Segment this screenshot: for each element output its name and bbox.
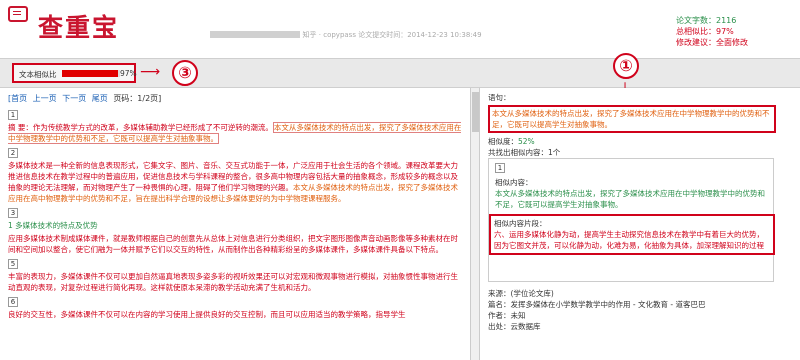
pager-prev-link[interactable]: 上一页	[33, 94, 57, 103]
document-paragraph: 良好的交互性，多媒体课件不仅可以在内容的学习使用上提供良好的交互控制，而且可以应…	[8, 309, 462, 320]
arrow-right-icon: ⟶	[140, 64, 161, 80]
blurred-text	[210, 31, 300, 38]
logo: 查重宝	[8, 4, 148, 42]
stat-suggestion: 修改建议：全面修改	[676, 38, 748, 47]
logo-text: 查重宝	[38, 13, 120, 42]
pager-first-link[interactable]: [首页	[8, 94, 27, 103]
similarity-info: 相似度：52%	[488, 136, 792, 147]
similarity-rate-fill	[62, 70, 119, 77]
similar-fragment-box: 相似内容片段： 六、运用多媒体化静为动，提高学生主动探究信息技术在教学中有着巨大…	[489, 214, 775, 255]
similarity-rate-box: 文本相似比 97%	[12, 63, 137, 83]
pager-last-link[interactable]: 尾页	[92, 94, 108, 103]
similar-content-label: 相似内容：	[495, 178, 533, 187]
similarity-rate-value: 97%	[120, 69, 137, 78]
paragraph-text[interactable]: 应用多媒体技术制成媒体课件，就是教师根据自己的创意先从总体上对信息进行分类组织，…	[8, 234, 458, 254]
similarity-detail-panel: 语句： 本文从多媒体技术的特点出发，探究了多媒体技术应用在中学物理教学中的优势和…	[480, 88, 800, 360]
submission-info-text: 知乎 · copypass 论文提交时间：2014-12-23 10:38:49	[302, 31, 482, 39]
similarity-label: 相似度：	[488, 137, 518, 146]
similarity-value: 52%	[518, 137, 535, 146]
paragraph-text[interactable]: 丰富的表现力，多媒体课件不仅可以更加自然逼真地表现多姿多彩的视听效果还可以对宏观…	[8, 272, 458, 292]
vertical-scrollbar[interactable]	[470, 88, 480, 360]
segment-number: 1	[8, 110, 18, 120]
section-heading: 1 多媒体技术的特点及优势	[8, 221, 98, 230]
source-title: 篇名：发挥多媒体在小学数学教学中的作用 - 文化教育 - 道客巴巴	[488, 300, 706, 309]
similar-fragment-label: 相似内容片段：	[494, 219, 547, 228]
logo-mark-icon	[8, 6, 28, 22]
segment-number: 3	[8, 208, 18, 218]
document-paragraph: 丰富的表现力，多媒体课件不仅可以更加自然逼真地表现多姿多彩的视听效果还可以对宏观…	[8, 271, 462, 293]
document-paragraph: 摘 要：作为传统教学方式的改革，多媒体辅助教学已经形成了不可逆转的潮流。本文从多…	[8, 122, 462, 144]
similar-content-text: 本文从多媒体技术的特点出发，探究了多媒体技术应用在中学物理教学中的优势和不足，它…	[495, 189, 765, 209]
source-label: 来源：(学位论文库)	[488, 289, 554, 298]
document-paragraph: 应用多媒体技术制成媒体课件，就是教师根据自己的创意先从总体上对信息进行分类组织，…	[8, 233, 462, 255]
page-header: 查重宝 知乎 · copypass 论文提交时间：2014-12-23 10:3…	[0, 0, 800, 58]
segment-number: 1	[495, 163, 505, 173]
pager: [首页 上一页 下一页 尾页 页码：1/2页]	[8, 93, 462, 104]
similar-fragment-text: 六、运用多媒体化静为动，提高学生主动探究信息技术在教学中有着巨大的优势，因为它图…	[494, 230, 764, 250]
scrollbar-thumb[interactable]	[472, 92, 479, 132]
selected-sentence: 本文从多媒体技术的特点出发，探究了多媒体技术应用在中学物理教学中的优势和不足，它…	[488, 105, 776, 133]
segment-number: 2	[8, 148, 18, 158]
similar-content-card: 1 相似内容： 本文从多媒体技术的特点出发，探究了多媒体技术应用在中学物理教学中…	[488, 158, 775, 282]
document-panel: [首页 上一页 下一页 尾页 页码：1/2页] 1 摘 要：作为传统教学方式的改…	[0, 88, 470, 360]
similarity-rate-bar	[62, 70, 120, 77]
similarity-rate-label: 文本相似比	[19, 70, 57, 79]
source-info: 来源：(学位论文库) 篇名：发挥多媒体在小学数学教学中的作用 - 文化教育 - …	[488, 288, 778, 332]
segment-number: 6	[8, 297, 18, 307]
paragraph-text[interactable]: 良好的交互性，多媒体课件不仅可以在内容的学习使用上提供良好的交互控制，而且可以应…	[8, 310, 406, 319]
abstract-text[interactable]: 摘 要：作为传统教学方式的改革，多媒体辅助教学已经形成了不可逆转的潮流。	[8, 123, 273, 132]
annotation-badge-3: ③	[172, 60, 198, 86]
found-count: 共找出相似内容：1个	[488, 148, 561, 157]
pager-page-number: 页码：1/2页]	[113, 94, 162, 103]
segment-number: 5	[8, 259, 18, 269]
document-paragraph: 多媒体技术是一种全新的信息表现形式，它集文字、图片、音乐、交互式功能于一体，广泛…	[8, 160, 462, 204]
annotation-badge-1: ①	[613, 53, 639, 79]
submission-info: 知乎 · copypass 论文提交时间：2014-12-23 10:38:49	[210, 30, 540, 44]
source-origin: 出处：云数据库	[488, 322, 541, 331]
stat-total-similarity: 总相似比：97%	[676, 27, 734, 36]
report-stats: 论文字数：2116 总相似比：97% 修改建议：全面修改	[676, 15, 796, 48]
sentence-label: 语句：	[488, 93, 511, 102]
pager-next-link[interactable]: 下一页	[62, 94, 86, 103]
stat-word-count: 论文字数：2116	[676, 16, 737, 25]
source-author: 作者：未知	[488, 311, 526, 320]
toolbar: 文本相似比 97% ⟶ ③	[0, 58, 800, 88]
